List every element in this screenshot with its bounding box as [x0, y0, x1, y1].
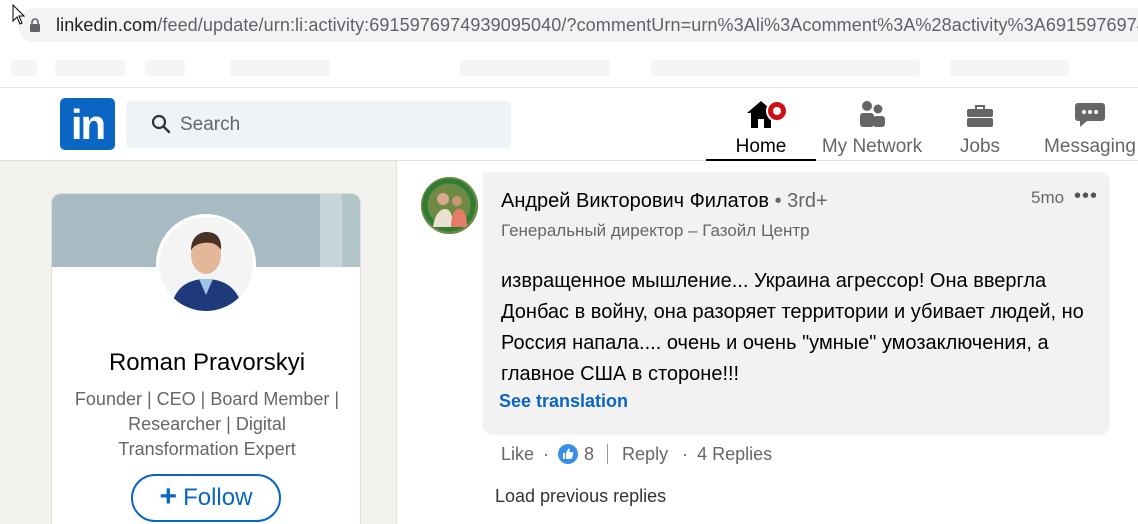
see-translation-link[interactable]: See translation — [499, 391, 628, 412]
bookmark-item[interactable] — [230, 60, 330, 76]
load-previous-replies-button[interactable]: Load previous replies — [495, 486, 666, 507]
nav-label: Home — [735, 136, 787, 157]
profile-card: Roman Pravorskyi Founder | CEO | Board M… — [51, 193, 361, 524]
commenter-name[interactable]: Андрей Викторович Филатов — [501, 190, 769, 212]
messaging-icon — [1075, 103, 1105, 127]
url-text[interactable]: linkedin.com/feed/update/urn:li:activity… — [56, 15, 1138, 36]
nav-item-my-network[interactable]: My Network — [818, 96, 926, 161]
profile-headline: Founder | CEO | Board Member | Researche… — [74, 389, 340, 459]
profile-avatar[interactable] — [156, 214, 256, 314]
more-options-icon[interactable]: ••• — [1074, 185, 1098, 208]
follow-label: Follow — [183, 484, 253, 511]
lock-icon — [30, 18, 40, 32]
nav-label: Jobs — [959, 136, 1001, 157]
bookmark-item[interactable] — [10, 60, 38, 76]
follow-button[interactable]: + Follow — [131, 474, 281, 522]
briefcase-icon — [967, 105, 993, 127]
like-button[interactable]: Like — [501, 444, 534, 465]
commenter-title: Генеральный директор – Газойл Центр — [501, 221, 810, 240]
comment-actions: Like · 8 Reply · 4 Replies — [501, 442, 772, 466]
top-navigation: in Home My Network — [0, 88, 1138, 161]
divider — [607, 444, 609, 464]
bookmark-item[interactable] — [950, 60, 1070, 76]
comment-timestamp: 5mo — [1031, 188, 1065, 207]
separator-dot: · — [543, 443, 550, 464]
search-input[interactable] — [180, 101, 500, 148]
bookmark-item[interactable] — [145, 60, 185, 76]
separator-dot: · — [682, 443, 689, 464]
mouse-cursor-icon — [12, 4, 26, 25]
bookmark-item[interactable] — [55, 60, 125, 76]
connection-degree: • 3rd+ — [774, 190, 828, 212]
linkedin-logo[interactable]: in — [60, 98, 115, 150]
commenter-avatar[interactable] — [421, 177, 478, 234]
reply-button[interactable]: Reply — [622, 444, 668, 465]
replies-count[interactable]: 4 Replies — [697, 444, 772, 465]
search-icon — [151, 114, 171, 134]
reaction-count[interactable]: 8 — [584, 444, 594, 465]
bookmark-item[interactable] — [460, 60, 610, 76]
nav-item-messaging[interactable]: Messaging — [1040, 96, 1138, 161]
network-icon — [860, 101, 885, 127]
comment-bubble: Андрей Викторович Филатов • 3rd+ Генерал… — [483, 172, 1110, 435]
like-reaction-icon[interactable] — [558, 444, 579, 464]
notification-badge — [766, 100, 788, 122]
commenter-photo-icon — [421, 177, 478, 234]
url-path: /feed/update/urn:li:activity:69159769749… — [157, 15, 1138, 35]
bookmarks-bar — [0, 50, 1138, 88]
browser-address-bar: linkedin.com/feed/update/urn:li:activity… — [0, 0, 1138, 50]
nav-item-home[interactable]: Home — [706, 96, 816, 161]
nav-label: Messaging — [1044, 136, 1136, 157]
person-photo-icon — [159, 217, 253, 311]
url-host: linkedin.com — [56, 15, 158, 35]
comment-text: извращенное мышление... Украина агрессор… — [501, 270, 1084, 385]
search-box[interactable] — [126, 101, 511, 148]
bookmark-item[interactable] — [650, 60, 920, 76]
comments-section: Андрей Викторович Филатов • 3rd+ Генерал… — [396, 161, 1138, 524]
nav-label: My Network — [821, 136, 923, 157]
plus-icon: + — [159, 480, 178, 513]
profile-name[interactable]: Roman Pravorskyi — [52, 349, 360, 377]
nav-item-jobs[interactable]: Jobs — [940, 96, 1020, 161]
commenter-name-line: Андрей Викторович Филатов • 3rd+ — [501, 190, 828, 213]
